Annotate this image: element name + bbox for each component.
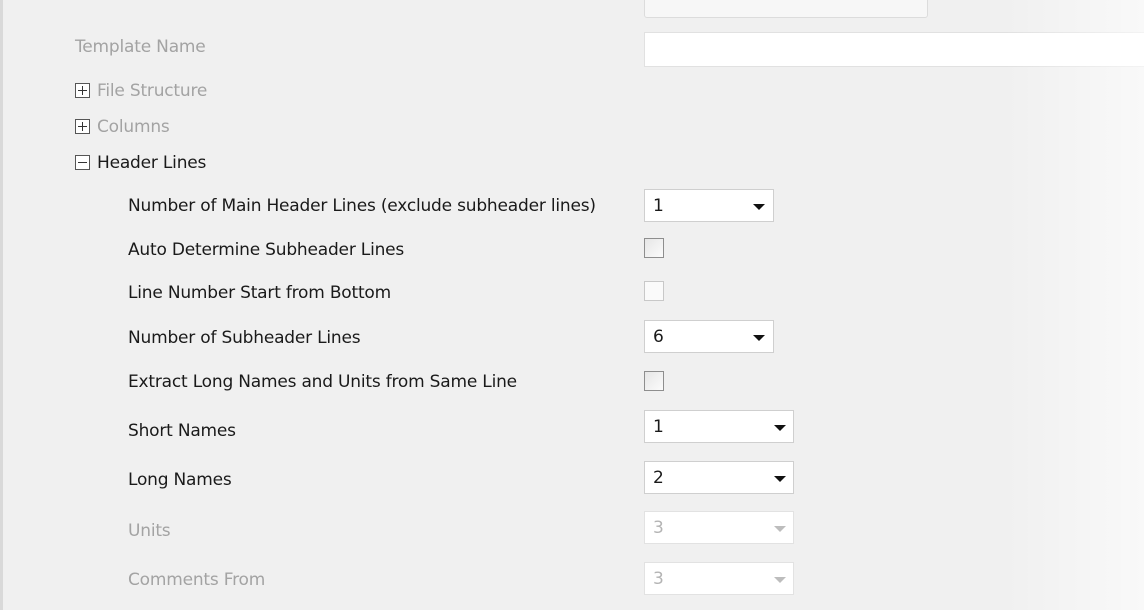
subheader-lines-value: 6 (653, 327, 664, 347)
plus-box-icon[interactable] (75, 83, 90, 98)
plus-box-icon[interactable] (75, 119, 90, 134)
subheader-lines-select[interactable]: 6 (644, 320, 774, 353)
template-name-label: Template Name (75, 37, 206, 57)
tree-item-columns[interactable]: Columns (97, 117, 170, 137)
tree-item-file-structure[interactable]: File Structure (97, 81, 207, 101)
comments-from-value: 3 (653, 569, 664, 589)
short-names-value: 1 (653, 417, 664, 437)
comments-from-label: Comments From (128, 570, 266, 590)
main-header-lines-select[interactable]: 1 (644, 189, 774, 222)
previous-field-edge (644, 0, 928, 18)
chevron-down-icon[interactable] (753, 204, 765, 210)
auto-determine-checkbox[interactable] (644, 238, 664, 258)
auto-determine-label: Auto Determine Subheader Lines (128, 240, 405, 260)
main-header-lines-value: 1 (653, 196, 664, 216)
main-header-lines-label: Number of Main Header Lines (exclude sub… (128, 196, 596, 216)
chevron-down-icon (774, 577, 786, 583)
chevron-down-icon[interactable] (774, 476, 786, 482)
units-label: Units (128, 521, 171, 541)
line-number-bottom-checkbox[interactable] (644, 281, 664, 301)
comments-from-select: 3 (644, 562, 794, 595)
long-names-value: 2 (653, 468, 664, 488)
right-edge-fade (1004, 0, 1144, 610)
short-names-label: Short Names (128, 421, 236, 441)
template-name-input[interactable] (644, 32, 1144, 67)
minus-box-icon[interactable] (75, 155, 90, 170)
chevron-down-icon[interactable] (753, 335, 765, 341)
subheader-lines-label: Number of Subheader Lines (128, 328, 361, 348)
short-names-select[interactable]: 1 (644, 410, 794, 443)
units-value: 3 (653, 518, 664, 538)
chevron-down-icon (774, 526, 786, 532)
chevron-down-icon[interactable] (774, 425, 786, 431)
extract-long-names-label: Extract Long Names and Units from Same L… (128, 372, 517, 392)
long-names-select[interactable]: 2 (644, 461, 794, 494)
units-select: 3 (644, 511, 794, 544)
extract-long-names-checkbox[interactable] (644, 371, 664, 391)
line-number-bottom-label: Line Number Start from Bottom (128, 283, 391, 303)
tree-item-header-lines[interactable]: Header Lines (97, 153, 206, 173)
panel-left-border (0, 0, 3, 610)
long-names-label: Long Names (128, 470, 232, 490)
